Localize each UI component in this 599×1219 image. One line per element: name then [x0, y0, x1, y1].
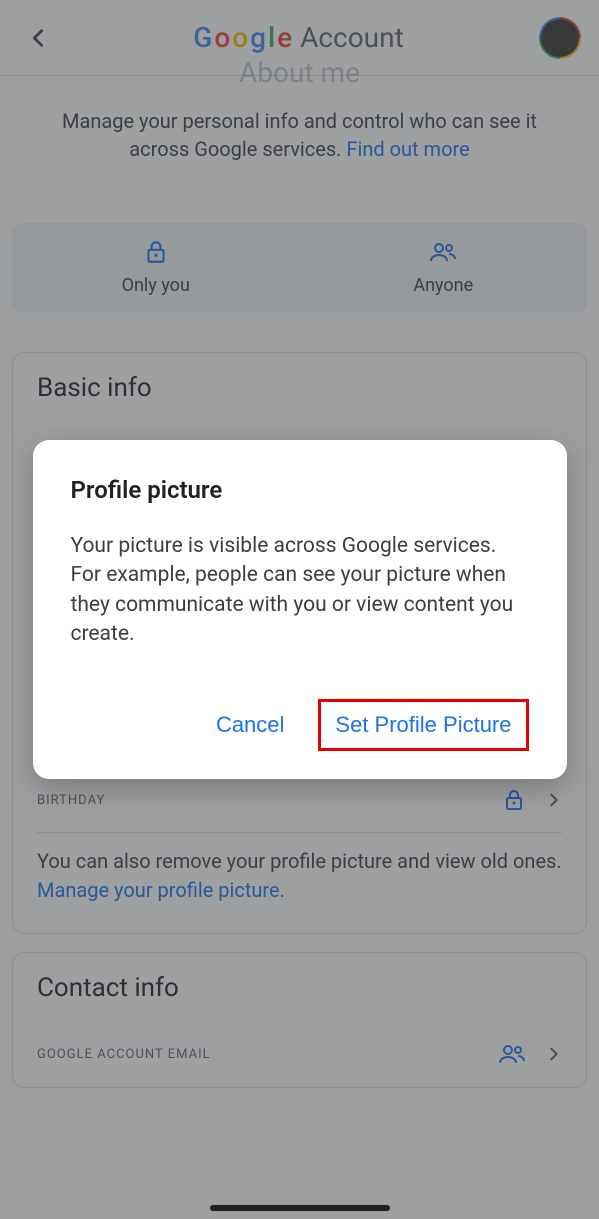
dialog-actions: Cancel Set Profile Picture [71, 699, 529, 751]
profile-picture-dialog: Profile picture Your picture is visible … [33, 440, 567, 780]
dialog-body: Your picture is visible across Google se… [71, 532, 529, 650]
cancel-button[interactable]: Cancel [208, 706, 292, 744]
dialog-title: Profile picture [71, 476, 529, 504]
set-profile-picture-button[interactable]: Set Profile Picture [327, 706, 519, 744]
modal-overlay[interactable]: Profile picture Your picture is visible … [0, 0, 599, 1219]
highlight-annotation: Set Profile Picture [318, 699, 528, 751]
